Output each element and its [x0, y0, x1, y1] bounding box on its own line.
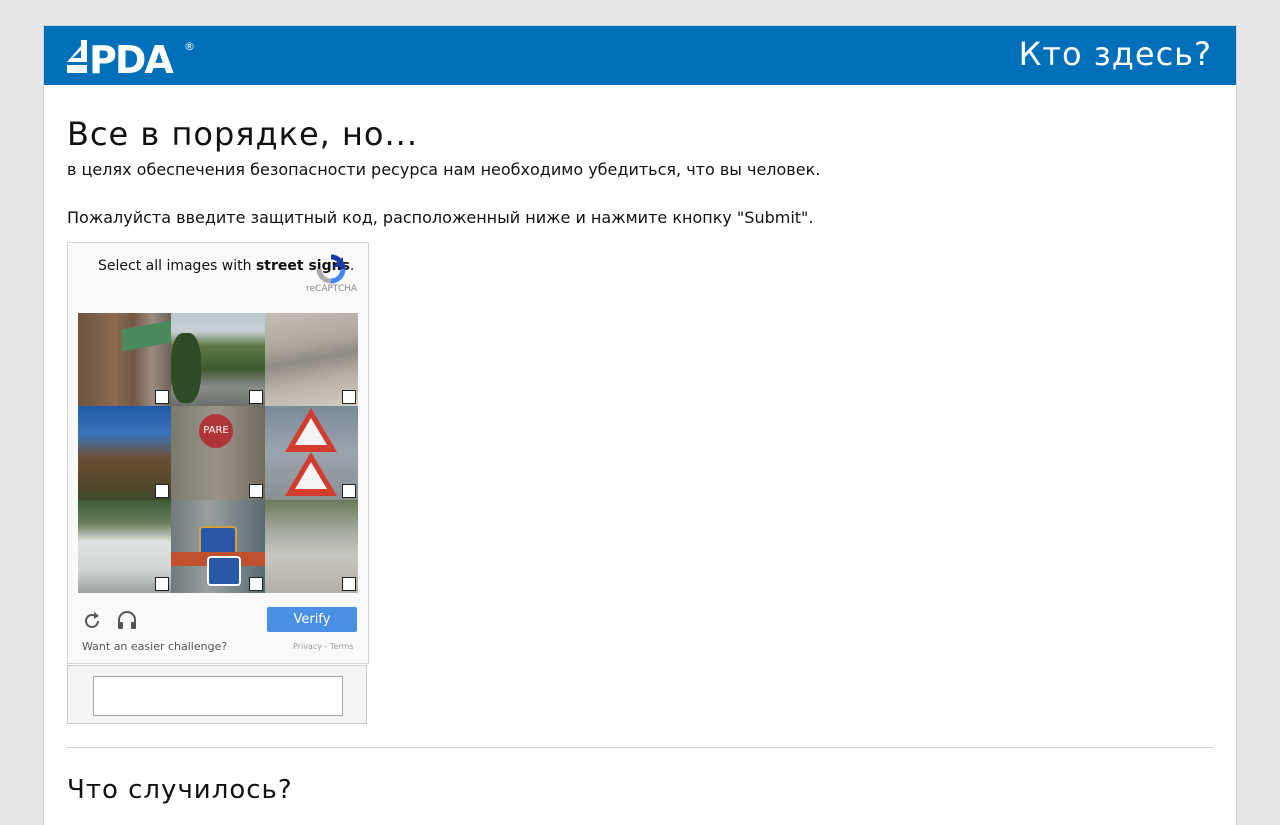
recaptcha-brand: reCAPTCHA	[306, 284, 358, 294]
legal-separator: -	[321, 642, 330, 651]
captcha-tile-6[interactable]	[265, 406, 358, 500]
tile-checkbox[interactable]	[155, 484, 169, 498]
headphones-icon[interactable]	[116, 609, 136, 629]
4pda-logo-icon: PDA ®	[67, 38, 195, 74]
code-input-container	[67, 665, 367, 724]
page-container: PDA ® Кто здесь? Все в порядке, но... в …	[43, 25, 1237, 825]
section-title: Что случилось?	[67, 775, 293, 805]
instruction-text: Пожалуйста введите защитный код, располо…	[67, 208, 814, 227]
easier-challenge-link[interactable]: Want an easier challenge?	[82, 640, 227, 653]
tile-checkbox[interactable]	[249, 484, 263, 498]
svg-text:PDA: PDA	[89, 38, 174, 74]
legal-links: Privacy - Terms	[293, 642, 354, 651]
recaptcha-logo-icon	[316, 254, 346, 284]
tile-checkbox[interactable]	[249, 390, 263, 404]
tile-checkbox[interactable]	[342, 390, 356, 404]
captcha-tile-2[interactable]	[171, 313, 265, 406]
logo[interactable]: PDA ®	[67, 38, 197, 74]
captcha-tile-5[interactable]: PARE	[171, 406, 265, 500]
captcha-tile-8[interactable]	[171, 500, 265, 593]
tile-checkbox[interactable]	[249, 577, 263, 591]
section-divider	[67, 747, 1213, 748]
recaptcha-widget: Select all images with street signs. reC…	[67, 242, 369, 664]
intro-text: в целях обеспечения безопасности ресурса…	[67, 160, 821, 179]
captcha-tile-7[interactable]	[78, 500, 171, 593]
tile-checkbox[interactable]	[155, 390, 169, 404]
captcha-prompt-prefix: Select all images with	[98, 258, 256, 274]
site-header: PDA ® Кто здесь?	[44, 26, 1236, 85]
captcha-tile-1[interactable]	[78, 313, 171, 406]
verify-button[interactable]: Verify	[267, 607, 357, 632]
captcha-tile-9[interactable]	[265, 500, 358, 593]
stop-sign-graphic: PARE	[199, 414, 233, 448]
page-title: Все в порядке, но...	[67, 115, 418, 153]
tile-checkbox[interactable]	[342, 577, 356, 591]
svg-text:®: ®	[184, 40, 195, 53]
tile-checkbox[interactable]	[155, 577, 169, 591]
header-title: Кто здесь?	[1018, 35, 1212, 73]
privacy-link[interactable]: Privacy	[293, 642, 322, 651]
captcha-tile-3[interactable]	[265, 313, 358, 406]
captcha-tile-4[interactable]	[78, 406, 171, 500]
terms-link[interactable]: Terms	[330, 642, 354, 651]
tile-checkbox[interactable]	[342, 484, 356, 498]
refresh-icon[interactable]	[82, 611, 102, 631]
captcha-prompt-suffix: .	[349, 258, 355, 274]
security-code-input[interactable]	[93, 676, 343, 716]
captcha-image-grid: PARE	[78, 313, 358, 593]
